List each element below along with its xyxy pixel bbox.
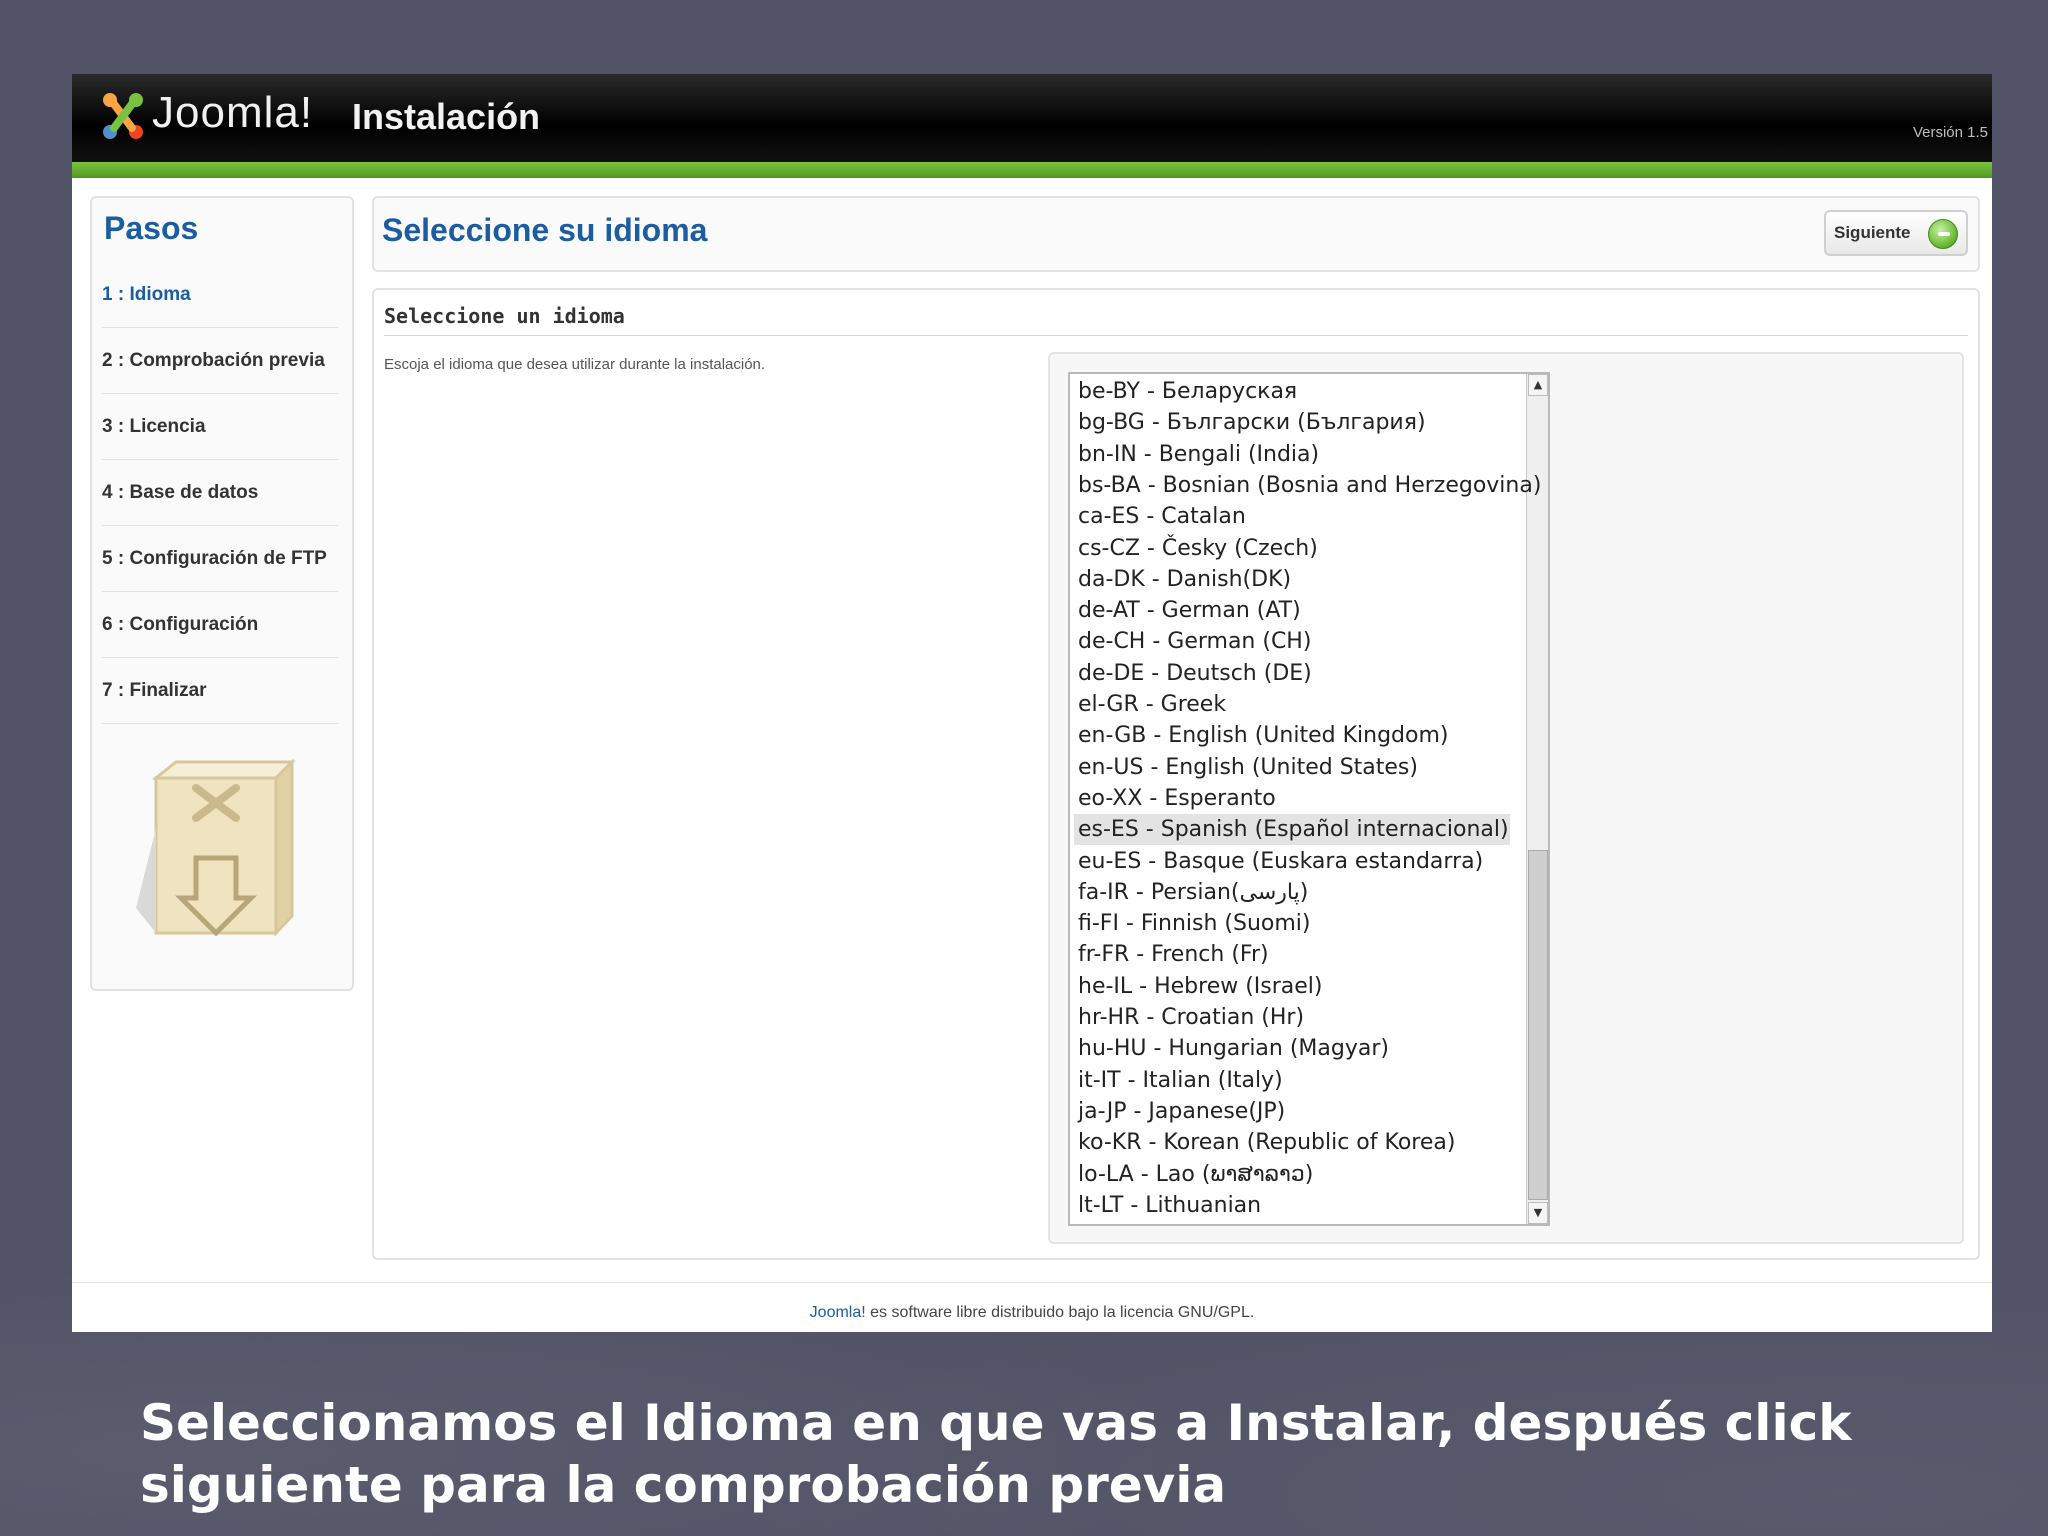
language-option[interactable]: be-BY - Беларуская: [1074, 376, 1510, 407]
step-label: Configuración: [129, 614, 259, 635]
language-option[interactable]: ja-JP - Japanese(JP): [1074, 1096, 1510, 1127]
language-option[interactable]: en-GB - English (United Kingdom): [1074, 720, 1510, 751]
language-option[interactable]: de-DE - Deutsch (DE): [1074, 658, 1510, 689]
scrollbar-thumb[interactable]: [1528, 850, 1548, 1200]
language-option[interactable]: hu-HU - Hungarian (Magyar): [1074, 1033, 1510, 1064]
step-finalizar[interactable]: 7 : Finalizar: [102, 658, 338, 724]
language-option[interactable]: es-ES - Spanish (Español internacional): [1074, 814, 1510, 846]
language-option[interactable]: da-DK - Danish(DK): [1074, 564, 1510, 595]
step-configuracion-ftp[interactable]: 5 : Configuración de FTP: [102, 526, 338, 592]
step-label: Idioma: [129, 284, 191, 305]
scroll-up-icon[interactable]: ▲: [1528, 374, 1548, 396]
joomla-logo-icon: [103, 93, 143, 139]
language-select[interactable]: ▲ ▼ be-BY - Беларуская bg-BG - Български …: [1068, 372, 1550, 1226]
arrow-right-icon: [1928, 219, 1958, 249]
caption-line-2: siguiente para la comprobación previa: [140, 1456, 1227, 1514]
next-button[interactable]: Siguiente: [1824, 210, 1968, 256]
language-option[interactable]: bg-BG - Български (България): [1074, 407, 1510, 438]
step-comprobacion-previa[interactable]: 2 : Comprobación previa: [102, 328, 338, 394]
header-bar: Joomla! Instalación Versión 1.5: [72, 74, 1992, 162]
step-configuracion[interactable]: 6 : Configuración: [102, 592, 338, 658]
footer: Joomla! es software libre distribuido ba…: [72, 1304, 1992, 1322]
step-number: 7: [102, 680, 113, 701]
header-green-stripe: [72, 162, 1992, 178]
joomla-logo-text: Joomla!: [152, 88, 314, 137]
language-option[interactable]: hr-HR - Croatian (Hr): [1074, 1002, 1510, 1033]
language-option[interactable]: de-CH - German (CH): [1074, 626, 1510, 657]
language-option[interactable]: it-IT - Italian (Italy): [1074, 1065, 1510, 1096]
caption-line-1: Seleccionamos el Idioma en que vas a Ins…: [140, 1394, 1852, 1452]
joomla-link[interactable]: Joomla!: [810, 1304, 866, 1321]
language-option[interactable]: lt-LT - Lithuanian: [1074, 1190, 1510, 1221]
language-option[interactable]: ca-ES - Catalan: [1074, 501, 1510, 532]
steps-sidebar: Pasos 1 : Idioma 2 : Comprobación previa…: [90, 196, 354, 991]
page-title: Seleccione su idioma: [382, 212, 708, 248]
content-panel: Seleccione un idioma Escoja el idioma qu…: [372, 288, 1980, 1260]
step-number: 4: [102, 482, 113, 503]
step-label: Configuración de FTP: [129, 548, 327, 569]
language-option[interactable]: en-US - English (United States): [1074, 752, 1510, 783]
language-option[interactable]: fr-FR - French (Fr): [1074, 939, 1510, 970]
language-list-scrollbar[interactable]: ▲ ▼: [1526, 374, 1548, 1224]
step-label: Comprobación previa: [129, 350, 325, 371]
step-number: 3: [102, 416, 113, 437]
language-hint: Escoja el idioma que desea utilizar dura…: [384, 356, 766, 373]
joomla-installer-window: Joomla! Instalación Versión 1.5 Pasos 1 …: [72, 74, 1992, 1332]
language-option[interactable]: de-AT - German (AT): [1074, 595, 1510, 626]
language-option[interactable]: fa-IR - Persian(پارسی): [1074, 877, 1510, 908]
step-number: 2: [102, 350, 113, 371]
scroll-down-icon[interactable]: ▼: [1528, 1202, 1548, 1224]
slide-caption: Seleccionamos el Idioma en que vas a Ins…: [140, 1392, 1940, 1516]
language-option[interactable]: el-GR - Greek: [1074, 689, 1510, 720]
footer-divider: [72, 1282, 1992, 1283]
language-option[interactable]: he-IL - Hebrew (Israel): [1074, 971, 1510, 1002]
language-option[interactable]: ko-KR - Korean (Republic of Korea): [1074, 1127, 1510, 1158]
step-licencia[interactable]: 3 : Licencia: [102, 394, 338, 460]
language-option[interactable]: bs-BA - Bosnian (Bosnia and Herzegovina): [1074, 470, 1541, 501]
step-base-de-datos[interactable]: 4 : Base de datos: [102, 460, 338, 526]
language-option[interactable]: bn-IN - Bengali (India): [1074, 439, 1510, 470]
step-number: 1: [102, 284, 113, 305]
header-title: Instalación: [352, 96, 541, 137]
language-option[interactable]: fi-FI - Finnish (Suomi): [1074, 908, 1510, 939]
step-idioma[interactable]: 1 : Idioma: [102, 262, 338, 328]
install-box-icon: [136, 758, 296, 937]
version-label: Versión 1.5: [1912, 124, 1988, 141]
step-number: 6: [102, 614, 113, 635]
language-option[interactable]: eu-ES - Basque (Euskara estandarra): [1074, 846, 1510, 877]
next-button-label: Siguiente: [1834, 223, 1911, 242]
step-label: Finalizar: [129, 680, 207, 701]
language-option[interactable]: lo-LA - Lao (ພາສາລາວ): [1074, 1159, 1510, 1190]
section-title: Seleccione un idioma: [384, 300, 1968, 336]
step-number: 5: [102, 548, 113, 569]
steps-title: Pasos: [104, 210, 199, 246]
language-option[interactable]: cs-CZ - Česky (Czech): [1074, 533, 1510, 564]
title-panel: Seleccione su idioma Siguiente: [372, 196, 1980, 272]
step-label: Base de datos: [129, 482, 259, 503]
footer-text: es software libre distribuido bajo la li…: [865, 1304, 1255, 1321]
language-option[interactable]: eo-XX - Esperanto: [1074, 783, 1510, 814]
step-label: Licencia: [129, 416, 206, 437]
language-list-frame: ▲ ▼ be-BY - Беларуская bg-BG - Български …: [1048, 352, 1964, 1244]
